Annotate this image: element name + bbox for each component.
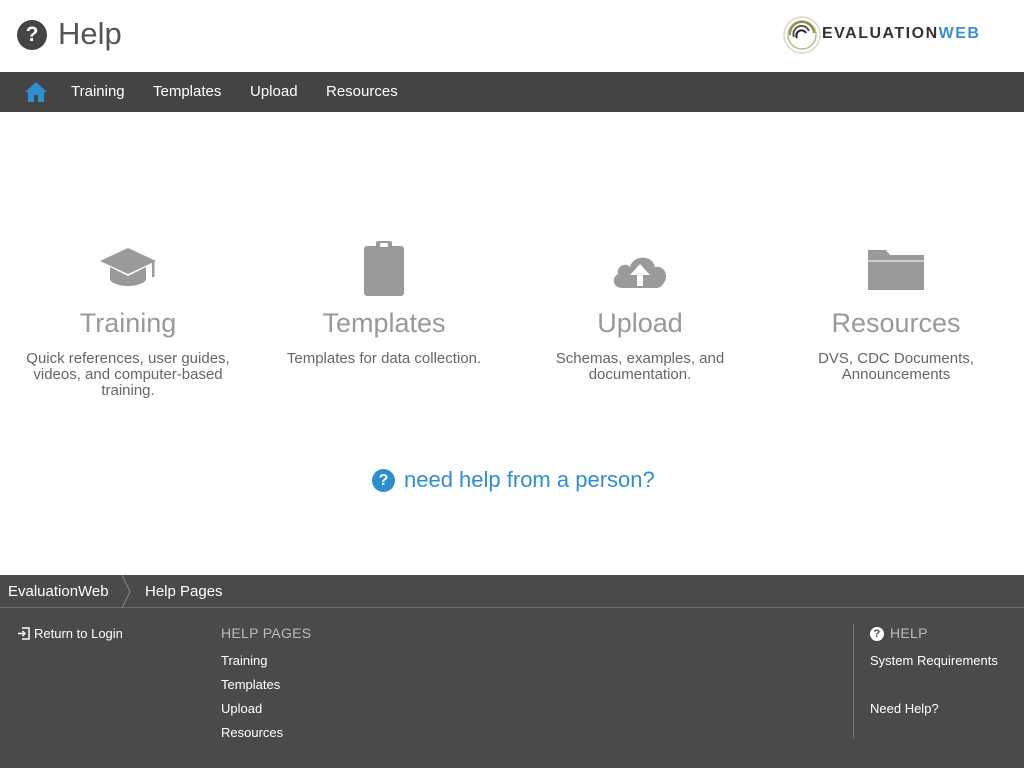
logo-text: EVALUATIONWEB: [822, 25, 980, 43]
card-title: Training: [79, 308, 177, 338]
card-upload[interactable]: Upload Schemas, examples, and documentat…: [530, 240, 750, 383]
card-title: Templates: [322, 308, 446, 338]
header: ? Help EVALUATIONWEB: [0, 0, 1024, 72]
help-heading-label: HELP: [890, 625, 928, 641]
nav-item-training[interactable]: Training: [71, 83, 125, 100]
card-templates[interactable]: Templates Templates for data collection.: [274, 240, 494, 367]
breadcrumb: EvaluationWeb Help Pages: [0, 575, 1024, 608]
evaluationweb-logo[interactable]: EVALUATIONWEB: [782, 14, 1004, 56]
breadcrumb-home[interactable]: EvaluationWeb: [8, 583, 109, 600]
footer-link-resources[interactable]: Resources: [221, 725, 283, 740]
question-icon: ?: [372, 468, 395, 492]
page-title: Help: [58, 16, 122, 51]
card-title: Upload: [597, 308, 683, 338]
clipboard-icon: [364, 241, 404, 296]
help-icon: ?: [17, 20, 47, 50]
footer-divider: [853, 624, 854, 739]
top-nav: Training Templates Upload Resources: [0, 72, 1024, 112]
return-to-login-link[interactable]: Return to Login: [17, 626, 123, 641]
cloud-upload-icon: [613, 257, 667, 288]
graduation-cap-icon: [100, 248, 156, 286]
nav-item-upload[interactable]: Upload: [250, 83, 298, 100]
card-description: Templates for data collection.: [286, 350, 482, 367]
breadcrumb-current: Help Pages: [145, 583, 223, 600]
breadcrumb-chevron-icon: [121, 575, 131, 608]
card-description: Quick references, user guides, videos, a…: [26, 350, 230, 399]
help-pages-heading: HELP PAGES: [221, 625, 312, 641]
footer: EvaluationWeb Help Pages Return to Login…: [0, 575, 1024, 768]
card-resources[interactable]: Resources DVS, CDC Documents, Announceme…: [786, 240, 1006, 383]
logo-text-part2: WEB: [938, 25, 981, 42]
login-icon: [18, 627, 30, 640]
card-description: DVS, CDC Documents, Announcements: [818, 350, 974, 383]
nav-item-resources[interactable]: Resources: [326, 83, 398, 100]
card-description: Schemas, examples, and documentation.: [555, 350, 725, 383]
return-label: Return to Login: [34, 626, 123, 641]
need-help-label: need help from a person?: [404, 467, 655, 492]
need-help-footer-link[interactable]: Need Help?: [870, 701, 939, 716]
folder-icon: [868, 250, 924, 290]
help-heading: ? HELP: [870, 625, 928, 641]
swirl-logo-icon: [783, 16, 821, 54]
help-icon: ?: [870, 627, 884, 641]
footer-link-templates[interactable]: Templates: [221, 677, 280, 692]
nav-item-templates[interactable]: Templates: [153, 83, 221, 100]
card-training[interactable]: Training Quick references, user guides, …: [18, 240, 238, 399]
need-help-link[interactable]: ? need help from a person?: [372, 466, 655, 494]
footer-link-training[interactable]: Training: [221, 653, 267, 668]
home-icon[interactable]: [24, 81, 48, 103]
footer-link-upload[interactable]: Upload: [221, 701, 262, 716]
system-requirements-link[interactable]: System Requirements: [870, 653, 998, 668]
card-title: Resources: [831, 308, 961, 338]
logo-text-part1: EVALUATION: [822, 25, 939, 42]
